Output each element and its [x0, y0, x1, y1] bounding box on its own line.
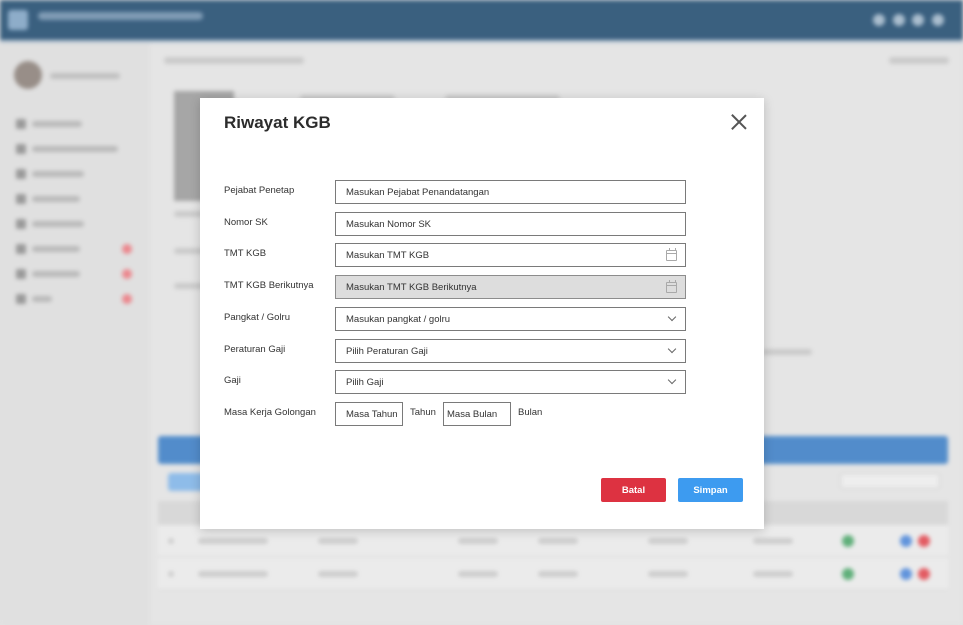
masa-tahun-placeholder: Masa Tahun	[346, 409, 398, 420]
nomor-sk-placeholder: Masukan Nomor SK	[346, 219, 432, 230]
peraturan-gaji-placeholder: Pilih Peraturan Gaji	[346, 346, 428, 357]
pejabat-penetap-label: Pejabat Penetap	[224, 185, 295, 196]
tmt-kgb-date-input[interactable]: Masukan TMT KGB	[335, 243, 686, 267]
chevron-down-icon	[667, 375, 677, 385]
tmt-kgb-placeholder: Masukan TMT KGB	[346, 250, 430, 261]
tmt-kgb-berikutnya-label: TMT KGB Berikutnya	[224, 280, 314, 291]
calendar-icon[interactable]	[666, 248, 677, 261]
chevron-down-icon	[667, 312, 677, 322]
tmt-kgb-berikutnya-date-input: Masukan TMT KGB Berikutnya	[335, 275, 686, 299]
modal-title: Riwayat KGB	[224, 113, 331, 132]
close-icon[interactable]	[730, 113, 748, 131]
tmt-kgb-label: TMT KGB	[224, 248, 267, 259]
masa-kerja-golongan-label: Masa Kerja Golongan	[224, 407, 316, 418]
riwayat-kgb-modal: Riwayat KGB Pejabat Penetap Masukan Peja…	[200, 98, 764, 529]
calendar-icon	[666, 280, 677, 293]
pejabat-penetap-placeholder: Masukan Pejabat Penandatangan	[346, 187, 490, 198]
tmt-kgb-berikutnya-placeholder: Masukan TMT KGB Berikutnya	[346, 282, 477, 293]
pangkat-golru-placeholder: Masukan pangkat / golru	[346, 314, 451, 325]
nomor-sk-input[interactable]: Masukan Nomor SK	[335, 212, 686, 236]
masa-bulan-placeholder: Masa Bulan	[447, 409, 498, 420]
save-button[interactable]: Simpan	[678, 478, 743, 502]
pangkat-golru-select[interactable]: Masukan pangkat / golru	[335, 307, 686, 331]
masa-tahun-input[interactable]: Masa Tahun	[335, 402, 403, 426]
gaji-label: Gaji	[224, 375, 241, 386]
peraturan-gaji-label: Peraturan Gaji	[224, 344, 286, 355]
tahun-unit-label: Tahun	[410, 407, 436, 418]
bulan-unit-label: Bulan	[518, 407, 543, 418]
cancel-button[interactable]: Batal	[601, 478, 666, 502]
masa-bulan-input[interactable]: Masa Bulan	[443, 402, 511, 426]
pangkat-golru-label: Pangkat / Golru	[224, 312, 291, 323]
pejabat-penetap-input[interactable]: Masukan Pejabat Penandatangan	[335, 180, 686, 204]
nomor-sk-label: Nomor SK	[224, 217, 268, 228]
chevron-down-icon	[667, 344, 677, 354]
peraturan-gaji-select[interactable]: Pilih Peraturan Gaji	[335, 339, 686, 363]
gaji-placeholder: Pilih Gaji	[346, 377, 384, 388]
gaji-select[interactable]: Pilih Gaji	[335, 370, 686, 394]
